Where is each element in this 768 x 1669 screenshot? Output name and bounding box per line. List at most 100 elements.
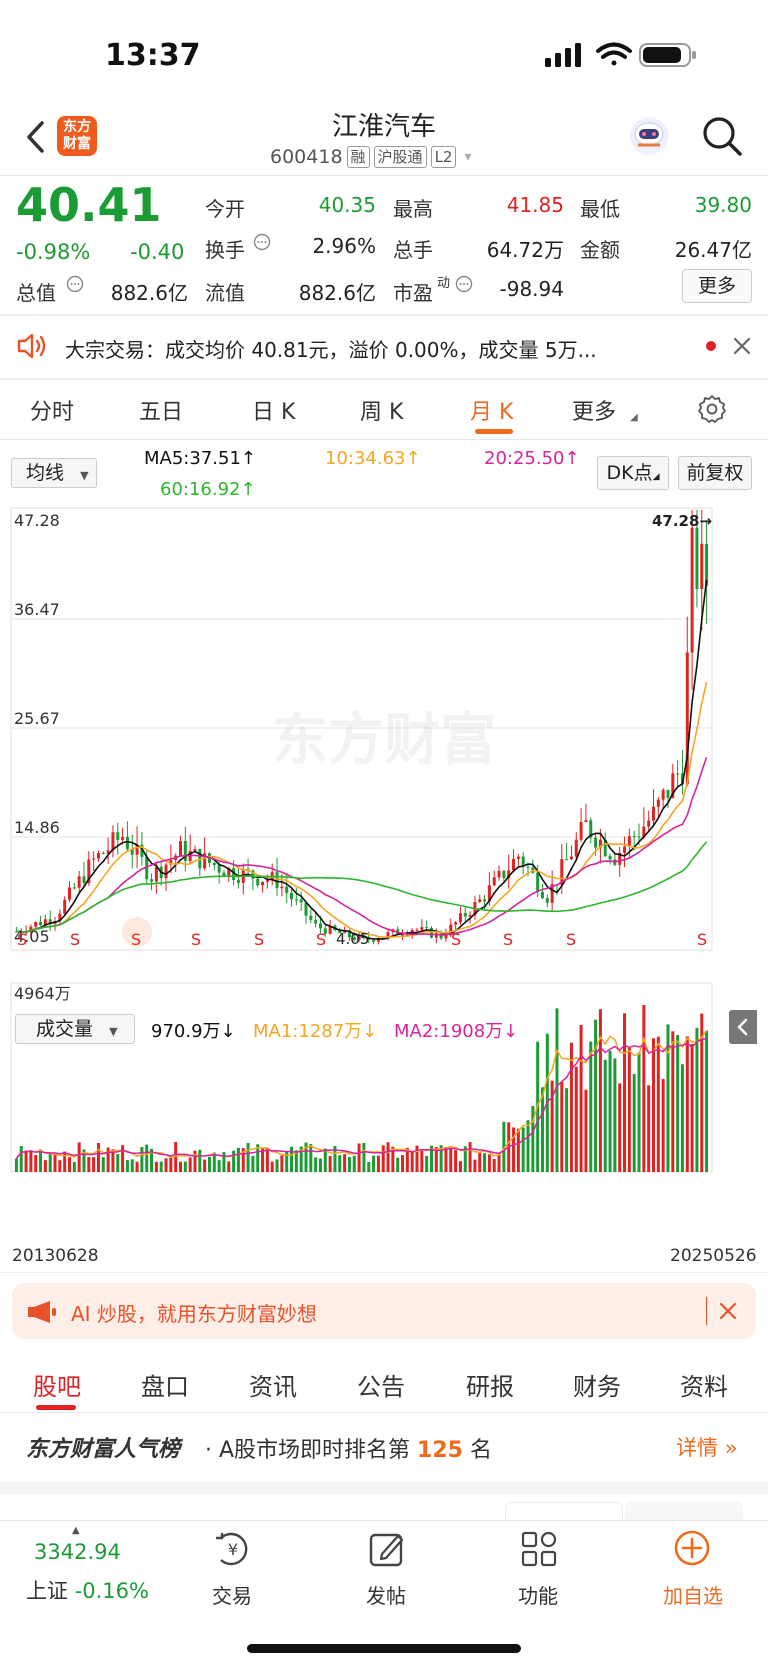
candle-body [458, 913, 462, 923]
volume-bar [362, 1142, 366, 1172]
candle-body [700, 543, 704, 590]
candle-body [63, 899, 67, 914]
info-icon[interactable] [66, 275, 84, 297]
gear-icon[interactable] [697, 394, 727, 428]
volume-bar [270, 1161, 274, 1172]
volume-bar [68, 1157, 71, 1172]
index-change: -0.16% [74, 1579, 149, 1603]
nav-functions[interactable]: 功能 [510, 1580, 566, 1609]
nav-add-watchlist[interactable]: 加自选 [655, 1580, 731, 1609]
dropdown-arrow-icon[interactable]: ▾ [464, 149, 471, 165]
tab-profile[interactable]: 资料 [680, 1367, 728, 1402]
candle-body [261, 881, 265, 886]
tab-news[interactable]: 资讯 [249, 1367, 297, 1402]
candle-body [429, 928, 433, 938]
volume-bar [164, 1158, 168, 1172]
volume-bar [96, 1142, 100, 1172]
arrow-up-icon: ↑ [405, 448, 421, 469]
nav-trade[interactable]: 交易 [204, 1580, 260, 1609]
battery-icon [639, 43, 696, 67]
volume-bar [656, 1036, 660, 1172]
index-row[interactable]: 上证 -0.16% [26, 1575, 149, 1605]
volume-ma2-line [15, 1037, 707, 1160]
tab-daily-k[interactable]: 日 K [252, 394, 295, 426]
collapse-panel-button[interactable] [729, 1010, 757, 1044]
kline-chart[interactable]: 东方财富 47.2836.4725.6714.864.0547.28→4.054… [0, 506, 768, 1266]
open-value: 40.35 [318, 193, 376, 217]
index-value[interactable]: 3342.94 [34, 1540, 121, 1564]
volume-bar [386, 1142, 390, 1172]
dk-point-button[interactable]: DK点◢ [597, 456, 669, 490]
tab-financials[interactable]: 财务 [573, 1367, 621, 1402]
candle-body [111, 832, 115, 851]
close-icon[interactable] [732, 336, 752, 360]
volume-bar [420, 1150, 424, 1172]
ma20-line [16, 757, 708, 936]
tab-intraday[interactable]: 分时 [30, 394, 74, 426]
volume-bar [671, 1031, 675, 1172]
tab-announcements[interactable]: 公告 [357, 1367, 405, 1402]
candle-body [34, 922, 38, 927]
info-icon[interactable] [253, 233, 271, 255]
price-axis-label: 25.67 [14, 709, 60, 728]
volume-bar [685, 1036, 689, 1172]
candle-body [526, 866, 530, 868]
tab-weekly-k[interactable]: 周 K [360, 394, 403, 426]
compose-icon[interactable] [368, 1530, 406, 1572]
volume-bar [623, 1013, 627, 1172]
candle-body [39, 922, 43, 926]
tab-monthly-k[interactable]: 月 K [470, 394, 513, 426]
sell-mark: S [70, 930, 80, 949]
candle-body [637, 836, 641, 838]
section-separator [0, 1482, 768, 1494]
stock-code-row[interactable]: 600418 融 沪股通 L2 ▾ [270, 146, 472, 168]
more-button[interactable]: 更多 [682, 269, 752, 303]
volume-ma2: MA2:1908万↓ [394, 1021, 519, 1042]
robot-avatar-icon[interactable] [628, 115, 670, 161]
pe-superscript: 动 [437, 276, 451, 291]
volume-bar [232, 1150, 236, 1172]
tab-order-book[interactable]: 盘口 [141, 1367, 189, 1402]
indicator-selector[interactable]: 均线 ▼ [11, 458, 97, 488]
open-label: 今开 [205, 197, 245, 221]
candle-body [666, 789, 670, 798]
volume-bar [695, 1027, 699, 1172]
adjustment-button[interactable]: 前复权 [678, 456, 752, 490]
candle-body [318, 923, 322, 929]
info-icon[interactable] [455, 275, 473, 297]
rank-details-link[interactable]: 详情 » [676, 1432, 738, 1462]
sell-mark: S [451, 930, 461, 949]
ma20-value: 20:25.50↑ [484, 448, 580, 469]
trade-icon[interactable]: ¥ [213, 1530, 253, 1572]
expand-chart-icon [122, 917, 152, 947]
volume-bar [43, 1160, 47, 1172]
tab-research[interactable]: 研报 [466, 1367, 514, 1402]
candle-body [299, 899, 303, 903]
volume-bar [705, 1030, 709, 1172]
volume-bar [29, 1150, 33, 1172]
volume-selector[interactable]: 成交量 ▼ [15, 1014, 135, 1044]
nav-post[interactable]: 发帖 [358, 1580, 414, 1609]
volume-bar [261, 1148, 265, 1172]
tab-five-day[interactable]: 五日 [139, 394, 183, 426]
volume-bar [598, 1009, 602, 1172]
search-icon[interactable] [700, 114, 744, 162]
candle-body [77, 876, 81, 888]
grid-apps-icon[interactable] [520, 1530, 558, 1572]
volume-bar [159, 1161, 163, 1172]
tab-more[interactable]: 更多 [572, 394, 616, 426]
volume-bar [125, 1160, 129, 1172]
volume-bar [512, 1127, 516, 1172]
tab-guba[interactable]: 股吧 [33, 1367, 81, 1402]
close-icon[interactable] [718, 1301, 738, 1325]
dropdown-arrow-icon: ▼ [109, 1025, 118, 1038]
add-circle-icon[interactable] [672, 1528, 712, 1572]
candle-body [179, 840, 183, 856]
candle-body [656, 799, 660, 807]
volume-bar [198, 1149, 202, 1172]
volume-bar [444, 1147, 448, 1172]
arrow-up-icon: ↑ [240, 479, 256, 500]
volume-ma1: MA1:1287万↓ [253, 1021, 378, 1042]
svg-text:¥: ¥ [228, 1540, 238, 1559]
speaker-icon [16, 333, 48, 363]
